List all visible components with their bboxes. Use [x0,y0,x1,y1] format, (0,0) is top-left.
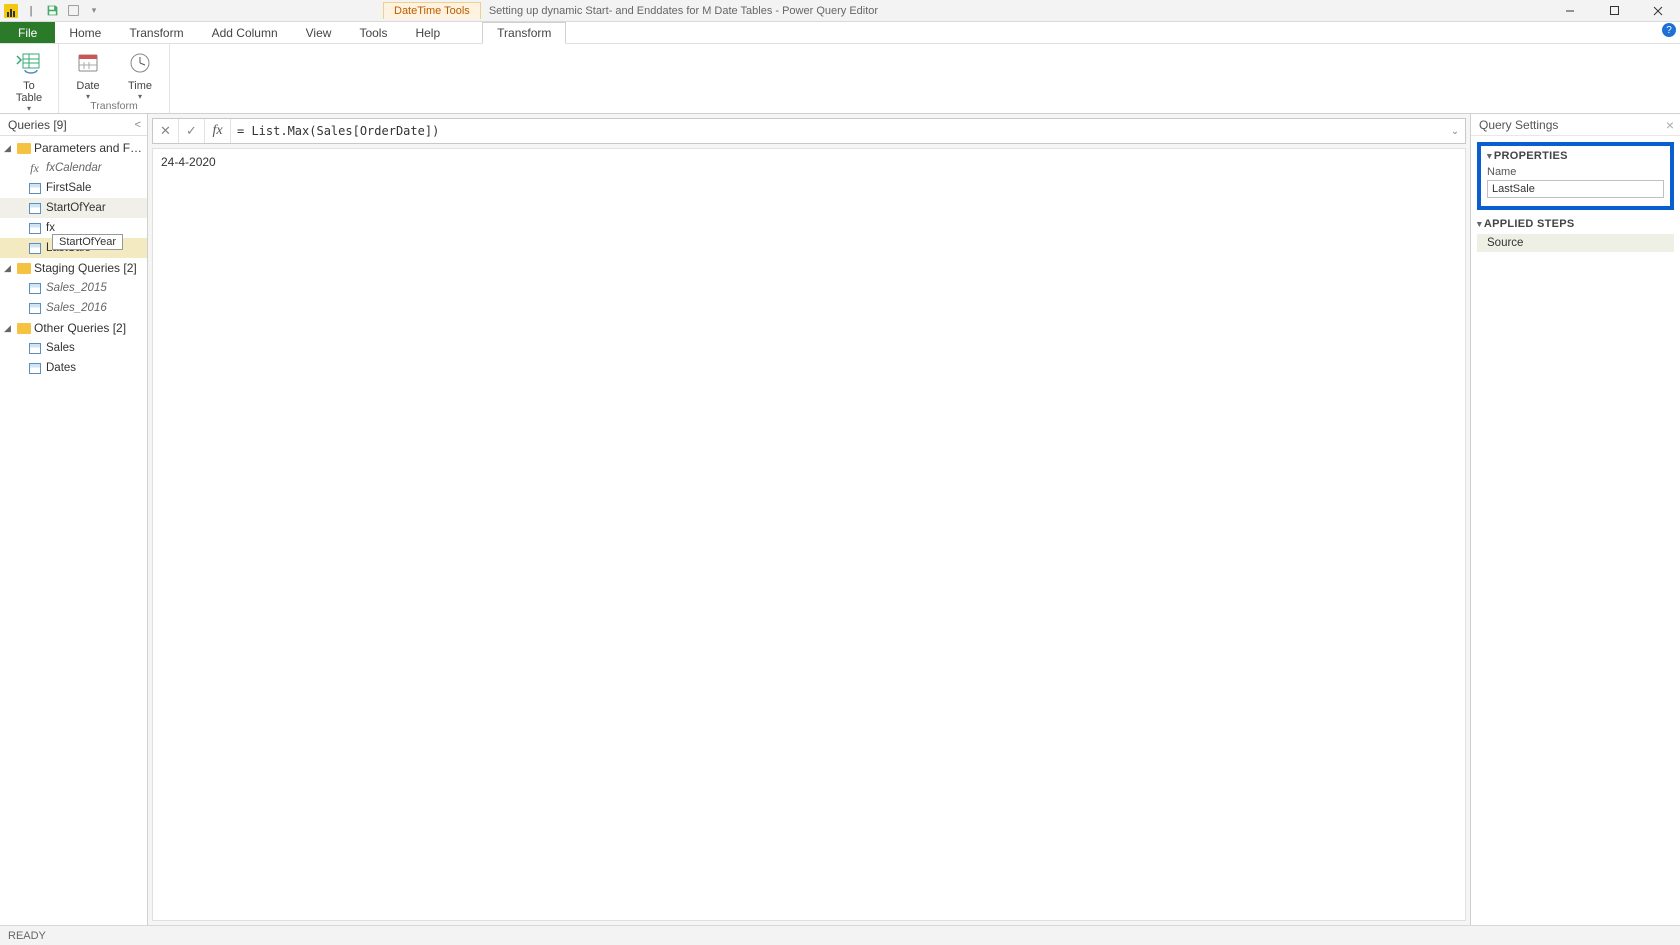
fx-icon[interactable]: fx [205,119,231,143]
query-group[interactable]: ◢ Other Queries [2] [0,318,147,338]
folder-icon [17,263,31,274]
help-icon[interactable]: ? [1662,23,1676,37]
queries-pane: Queries [9] < ◢ Parameters and Fu… fx fx… [0,114,148,925]
properties-section-title: PROPERTIES [1487,150,1664,162]
folder-icon [17,143,31,154]
query-item-dates[interactable]: Dates [0,358,147,378]
group-label: Staging Queries [2] [34,261,147,275]
close-settings-icon[interactable]: × [1666,117,1674,133]
chevron-down-icon[interactable]: ◢ [4,263,14,274]
table-icon [28,202,41,215]
tab-add-column[interactable]: Add Column [198,22,292,43]
collapse-icon[interactable]: < [135,119,141,131]
settings-title: Query Settings [1479,118,1558,132]
ribbon: To Table ▾ Convert Date ▾ [0,44,1680,114]
tab-tools[interactable]: Tools [345,22,401,43]
to-table-icon [14,48,44,78]
query-item-firstsale[interactable]: FirstSale [0,178,147,198]
result-preview: 24-4-2020 [152,148,1466,921]
queries-header-label: Queries [9] [8,118,67,132]
query-item-fxcalendar[interactable]: fx fxCalendar [0,158,147,178]
query-item-startofyear[interactable]: StartOfYear [0,198,147,218]
table-icon [28,302,41,315]
group-label: Parameters and Fu… [34,141,147,155]
table-icon [28,282,41,295]
query-label: fxCalendar [46,162,102,174]
time-icon [125,48,155,78]
cancel-formula-button[interactable]: ✕ [153,119,179,143]
chevron-down-icon[interactable]: ◢ [4,323,14,334]
query-label: Sales_2015 [46,282,107,294]
ribbon-tabs: File Home Transform Add Column View Tool… [0,22,1680,44]
qat-separator: | [22,2,40,20]
query-item-fxstartofyear[interactable]: fx StartOfYear [0,218,147,238]
tab-transform[interactable]: Transform [115,22,197,43]
tab-ctx-transform[interactable]: Transform [482,22,566,44]
query-group[interactable]: ◢ Parameters and Fu… [0,138,147,158]
query-name-input[interactable] [1487,180,1664,198]
table-icon [28,222,41,235]
save-icon[interactable] [43,2,61,20]
tab-file[interactable]: File [0,22,55,43]
formula-bar: ✕ ✓ fx ⌄ [152,118,1466,144]
time-label: Time [128,80,152,92]
query-label: StartOfYear [46,202,106,214]
query-label: Sales [46,342,75,354]
status-bar: READY [0,925,1680,945]
folder-icon [17,323,31,334]
status-text: READY [8,930,46,942]
queries-header[interactable]: Queries [9] < [0,114,147,136]
table-icon [28,242,41,255]
query-label-prefix: fx [46,222,55,234]
tab-home[interactable]: Home [55,22,115,43]
qat-button[interactable] [64,2,82,20]
tab-help[interactable]: Help [401,22,454,43]
app-icon [4,4,18,18]
applied-steps-list: Source [1477,234,1674,252]
time-button[interactable]: Time ▾ [119,46,161,100]
to-table-label: To Table [16,80,42,104]
group-label: Other Queries [2] [34,321,147,335]
preview-area: ✕ ✓ fx ⌄ 24-4-2020 [148,114,1470,925]
dropdown-icon: ▾ [138,94,142,100]
name-field-label: Name [1487,166,1664,178]
table-icon [28,342,41,355]
title-bar: | ▾ DateTime Tools Setting up dynamic St… [0,0,1680,22]
maximize-button[interactable] [1592,0,1636,22]
query-group[interactable]: ◢ Staging Queries [2] [0,258,147,278]
function-icon: fx [28,162,41,175]
tab-view[interactable]: View [292,22,346,43]
result-value: 24-4-2020 [161,155,216,169]
group-transform-label: Transform [90,100,137,114]
chevron-down-icon[interactable]: ◢ [4,143,14,154]
minimize-button[interactable] [1548,0,1592,22]
properties-highlight: PROPERTIES Name [1477,142,1674,210]
date-button[interactable]: Date ▾ [67,46,109,100]
applied-steps-title: APPLIED STEPS [1477,218,1674,230]
query-label: Dates [46,362,76,374]
close-button[interactable] [1636,0,1680,22]
query-item-sales2015[interactable]: Sales_2015 [0,278,147,298]
query-settings-pane: Query Settings × PROPERTIES Name APPLIED… [1470,114,1680,925]
table-icon [28,362,41,375]
formula-expand-icon[interactable]: ⌄ [1445,126,1465,137]
query-item-sales[interactable]: Sales [0,338,147,358]
settings-header: Query Settings × [1471,114,1680,136]
formula-input[interactable] [231,124,1445,138]
query-item-sales2016[interactable]: Sales_2016 [0,298,147,318]
date-label: Date [76,80,99,92]
qat-dropdown-icon[interactable]: ▾ [85,2,103,20]
query-label: FirstSale [46,182,91,194]
window-title: Setting up dynamic Start- and Enddates f… [489,5,878,17]
contextual-tab-label: DateTime Tools [383,2,481,19]
date-icon [73,48,103,78]
to-table-button[interactable]: To Table ▾ [8,46,50,112]
table-icon [28,182,41,195]
queries-tree: ◢ Parameters and Fu… fx fxCalendar First… [0,136,147,925]
query-label: Sales_2016 [46,302,107,314]
applied-step[interactable]: Source [1477,234,1674,252]
commit-formula-button[interactable]: ✓ [179,119,205,143]
tooltip: StartOfYear [52,234,123,250]
